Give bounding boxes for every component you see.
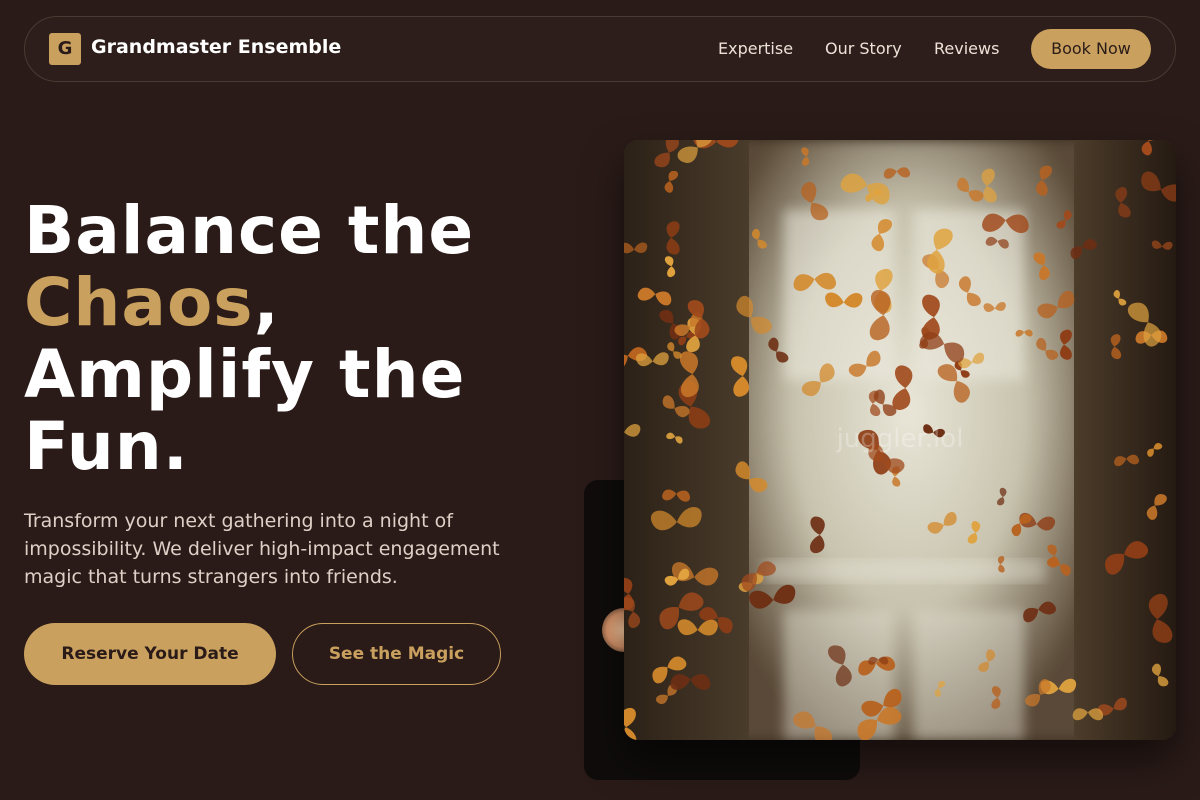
brand-name[interactable]: Grandmaster Ensemble (91, 36, 341, 58)
reserve-date-button[interactable]: Reserve Your Date (24, 623, 276, 685)
logo-icon[interactable]: G (49, 33, 81, 65)
butterflies-photo (624, 140, 1176, 740)
nav-link-expertise[interactable]: Expertise (718, 39, 793, 58)
headline-comma: , (253, 264, 280, 341)
headline-line-1: Balance the (24, 192, 475, 269)
hero-headline: Balance the Chaos, Amplify the Fun. (24, 195, 584, 483)
hero-subtext: Transform your next gathering into a nig… (24, 510, 500, 588)
headline-line-3: Amplify the (24, 336, 466, 413)
book-now-button[interactable]: Book Now (1031, 29, 1151, 69)
headline-line-4: Fun. (24, 408, 189, 485)
page: G Grandmaster Ensemble Expertise Our Sto… (0, 0, 1200, 800)
nav-link-reviews[interactable]: Reviews (934, 39, 999, 58)
headline-accent-word: Chaos (24, 264, 254, 341)
see-magic-button[interactable]: See the Magic (292, 623, 501, 685)
nav-link-our-story[interactable]: Our Story (825, 39, 902, 58)
hero-photo: juggler.lol (624, 140, 1176, 740)
top-nav: G Grandmaster Ensemble Expertise Our Sto… (24, 16, 1176, 82)
